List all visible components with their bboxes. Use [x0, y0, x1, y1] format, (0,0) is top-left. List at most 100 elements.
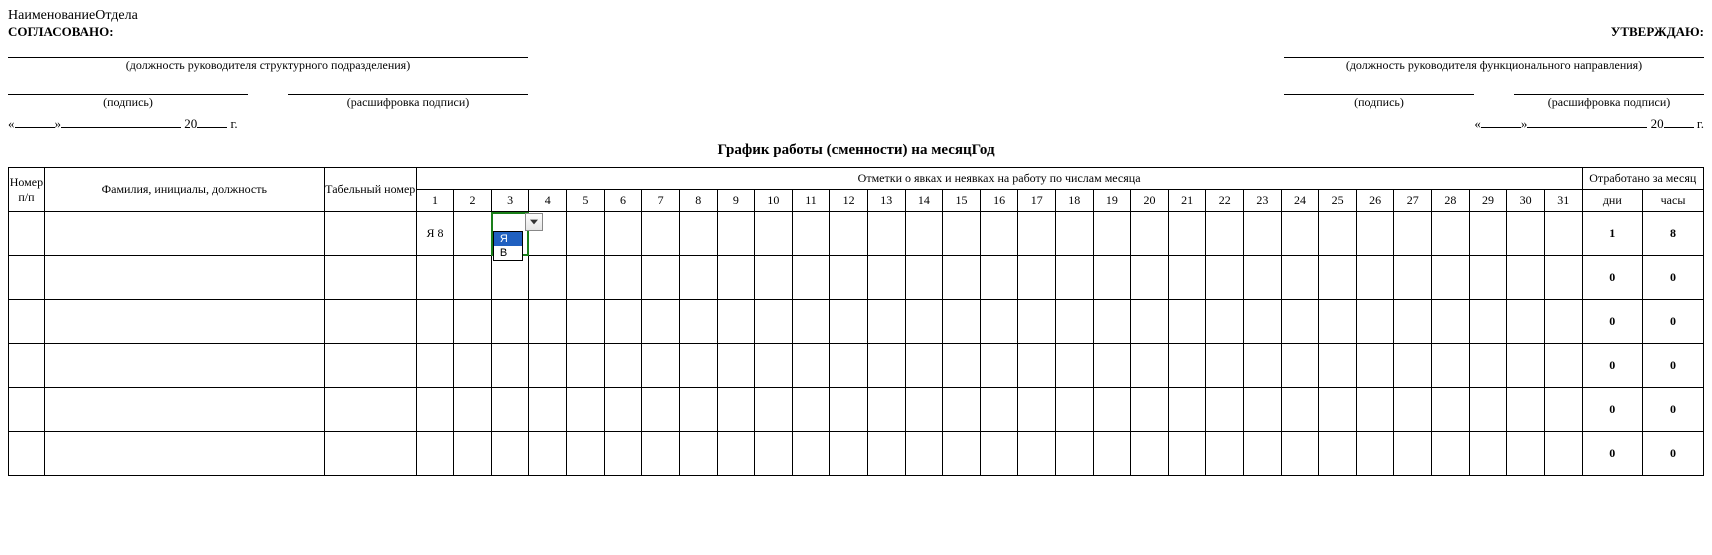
cell-day[interactable]: [905, 344, 943, 388]
cell-day[interactable]: [679, 256, 717, 300]
cell-total-hours[interactable]: 0: [1643, 344, 1704, 388]
cell-day[interactable]: [755, 256, 793, 300]
cell-day[interactable]: [454, 344, 492, 388]
cell-day[interactable]: [567, 300, 605, 344]
cell-tab-number[interactable]: [324, 256, 416, 300]
cell-day[interactable]: [943, 300, 981, 344]
dropdown-list[interactable]: ЯВ: [493, 231, 523, 261]
cell-day[interactable]: [1093, 256, 1131, 300]
dropdown-button[interactable]: [525, 213, 543, 231]
cell-num[interactable]: [9, 256, 45, 300]
cell-day[interactable]: [717, 432, 755, 476]
cell-day[interactable]: [529, 344, 567, 388]
cell-day[interactable]: [1469, 388, 1507, 432]
cell-total-hours[interactable]: 8: [1643, 212, 1704, 256]
cell-day[interactable]: [980, 256, 1018, 300]
cell-name[interactable]: [44, 300, 324, 344]
cell-day[interactable]: [1131, 432, 1169, 476]
cell-day[interactable]: [416, 300, 454, 344]
cell-day[interactable]: [792, 300, 830, 344]
cell-day[interactable]: [1469, 344, 1507, 388]
cell-day[interactable]: [1469, 212, 1507, 256]
cell-day[interactable]: [567, 344, 605, 388]
cell-total-hours[interactable]: 0: [1643, 388, 1704, 432]
cell-day[interactable]: [755, 432, 793, 476]
cell-day[interactable]: [1356, 432, 1394, 476]
cell-day[interactable]: [1244, 212, 1282, 256]
cell-day[interactable]: [1131, 300, 1169, 344]
cell-day[interactable]: [604, 344, 642, 388]
cell-tab-number[interactable]: [324, 388, 416, 432]
cell-day[interactable]: [1018, 388, 1056, 432]
cell-day[interactable]: [1507, 388, 1545, 432]
cell-day[interactable]: [717, 344, 755, 388]
cell-day[interactable]: [1319, 300, 1357, 344]
cell-day[interactable]: [416, 432, 454, 476]
cell-day[interactable]: [1056, 256, 1094, 300]
cell-day[interactable]: [830, 432, 868, 476]
cell-day[interactable]: [679, 212, 717, 256]
cell-day[interactable]: [454, 212, 492, 256]
cell-day[interactable]: [679, 300, 717, 344]
cell-day[interactable]: [1507, 256, 1545, 300]
cell-day[interactable]: [1432, 432, 1470, 476]
cell-num[interactable]: [9, 300, 45, 344]
cell-day[interactable]: [1469, 300, 1507, 344]
cell-tab-number[interactable]: [324, 344, 416, 388]
cell-day[interactable]: [792, 256, 830, 300]
cell-day[interactable]: [1544, 212, 1582, 256]
cell-day[interactable]: [1394, 212, 1432, 256]
cell-total-hours[interactable]: 0: [1643, 432, 1704, 476]
cell-day[interactable]: [1206, 344, 1244, 388]
cell-day[interactable]: [1544, 432, 1582, 476]
cell-day[interactable]: [1507, 212, 1545, 256]
cell-day[interactable]: [491, 388, 529, 432]
cell-day[interactable]: [454, 388, 492, 432]
cell-day[interactable]: [1319, 344, 1357, 388]
cell-day[interactable]: [980, 432, 1018, 476]
cell-day[interactable]: [1356, 212, 1394, 256]
cell-day[interactable]: [1544, 344, 1582, 388]
cell-day[interactable]: [1281, 212, 1319, 256]
cell-day[interactable]: [416, 256, 454, 300]
cell-day[interactable]: [905, 212, 943, 256]
cell-day[interactable]: [567, 212, 605, 256]
cell-total-days[interactable]: 0: [1582, 300, 1642, 344]
cell-day[interactable]: [980, 344, 1018, 388]
cell-day[interactable]: [1093, 300, 1131, 344]
cell-day[interactable]: [980, 300, 1018, 344]
cell-day[interactable]: [792, 432, 830, 476]
cell-day[interactable]: [416, 388, 454, 432]
cell-day[interactable]: [1131, 256, 1169, 300]
cell-day[interactable]: [1394, 300, 1432, 344]
cell-day[interactable]: Я 8: [416, 212, 454, 256]
cell-day[interactable]: [1356, 300, 1394, 344]
cell-day[interactable]: [943, 388, 981, 432]
cell-day[interactable]: [604, 432, 642, 476]
cell-day[interactable]: [830, 300, 868, 344]
cell-day[interactable]: [1056, 300, 1094, 344]
cell-day[interactable]: [1056, 432, 1094, 476]
cell-day[interactable]: [1319, 432, 1357, 476]
cell-day[interactable]: [1056, 212, 1094, 256]
cell-day[interactable]: [1206, 212, 1244, 256]
cell-day[interactable]: [980, 212, 1018, 256]
cell-day[interactable]: [755, 212, 793, 256]
cell-day[interactable]: [1394, 388, 1432, 432]
cell-day[interactable]: [567, 388, 605, 432]
cell-day[interactable]: [1206, 388, 1244, 432]
cell-num[interactable]: [9, 212, 45, 256]
cell-day[interactable]: [1356, 256, 1394, 300]
cell-day[interactable]: [867, 388, 905, 432]
cell-day[interactable]: ЯВ: [491, 212, 529, 256]
cell-day[interactable]: [1507, 300, 1545, 344]
cell-day[interactable]: [529, 432, 567, 476]
cell-day[interactable]: [905, 388, 943, 432]
cell-total-hours[interactable]: 0: [1643, 300, 1704, 344]
cell-day[interactable]: [717, 388, 755, 432]
cell-total-days[interactable]: 1: [1582, 212, 1642, 256]
cell-day[interactable]: [830, 256, 868, 300]
cell-day[interactable]: [567, 256, 605, 300]
cell-day[interactable]: [1432, 300, 1470, 344]
cell-day[interactable]: [1244, 256, 1282, 300]
